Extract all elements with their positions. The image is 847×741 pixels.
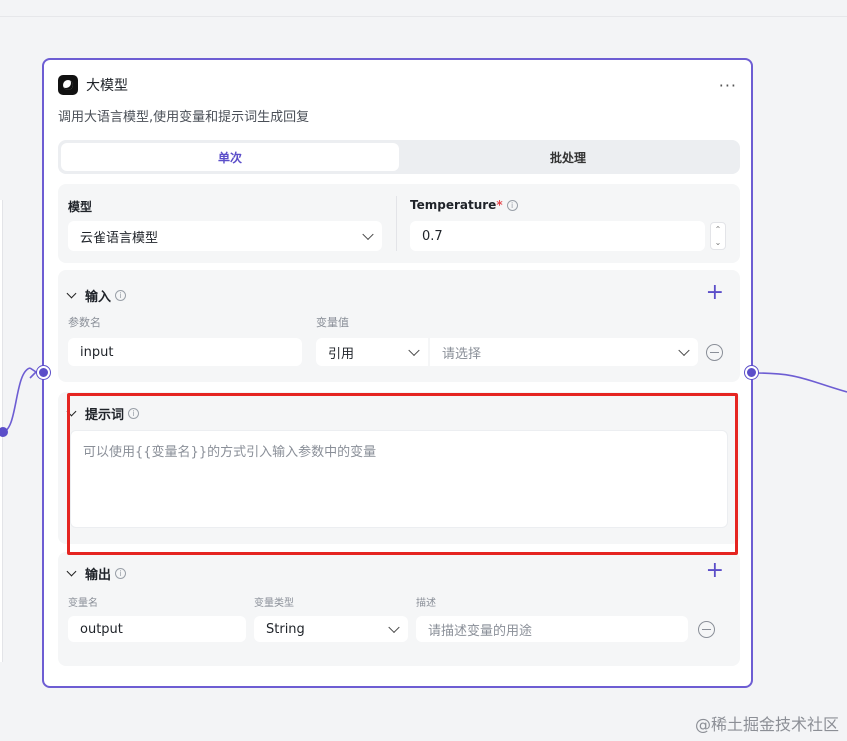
more-options-button[interactable]: ··· — [719, 76, 737, 95]
llm-node-card[interactable]: 大模型 ··· 调用大语言模型,使用变量和提示词生成回复 单次 批处理 模型 云… — [42, 58, 753, 688]
collapse-caret-icon[interactable] — [66, 566, 77, 577]
chevron-down-icon — [678, 344, 690, 357]
output-section-header[interactable]: 输出 i — [66, 564, 127, 583]
output-type-select[interactable]: String — [254, 616, 408, 642]
model-label: 模型 — [68, 200, 93, 214]
temperature-label: Temperature* i — [410, 198, 518, 212]
node-title: 大模型 — [86, 78, 128, 94]
model-logo-icon — [58, 75, 78, 95]
stepper-down-icon[interactable]: ⌄ — [715, 238, 722, 247]
output-section: 输出 i + 变量名 变量类型 描述 output String 请描述变量的用… — [58, 552, 740, 666]
add-output-button[interactable]: + — [706, 560, 724, 582]
info-icon[interactable]: i — [506, 200, 518, 211]
temperature-label-text: Temperature — [410, 198, 497, 212]
model-section: 模型 云雀语言模型 Temperature* i 0.7 ⌃ ⌄ — [58, 184, 740, 263]
remove-output-button[interactable] — [698, 621, 715, 638]
output-desc-placeholder: 请描述变量的用途 — [428, 623, 533, 639]
param-name-header: 参数名 — [68, 316, 101, 329]
input-section-header[interactable]: 输入 i — [66, 286, 127, 305]
tab-single[interactable]: 单次 — [61, 143, 399, 171]
param-name-value: input — [80, 344, 114, 360]
collapse-caret-icon[interactable] — [66, 288, 77, 299]
field-divider — [396, 196, 397, 251]
remove-input-button[interactable] — [706, 344, 723, 361]
chevron-down-icon — [362, 228, 374, 241]
value-source-select[interactable]: 引用 — [316, 338, 428, 366]
output-desc-input[interactable]: 请描述变量的用途 — [416, 616, 688, 642]
node-header: 大模型 ··· — [58, 74, 737, 96]
input-section: 输入 i + 参数名 变量值 input 引用 请选择 — [58, 270, 740, 382]
tab-batch[interactable]: 批处理 — [399, 143, 737, 171]
workflow-canvas[interactable]: 大模型 ··· 调用大语言模型,使用变量和提示词生成回复 单次 批处理 模型 云… — [0, 0, 847, 741]
value-select-placeholder: 请选择 — [442, 346, 482, 362]
output-port-handle[interactable] — [745, 366, 758, 379]
input-port-handle[interactable] — [37, 366, 50, 379]
output-name-input[interactable]: output — [68, 616, 246, 642]
stepper-up-icon[interactable]: ⌃ — [715, 225, 722, 234]
value-select[interactable]: 请选择 — [430, 338, 698, 366]
temperature-value: 0.7 — [422, 228, 443, 244]
temperature-stepper[interactable]: ⌃ ⌄ — [710, 222, 726, 250]
add-input-button[interactable]: + — [706, 282, 724, 304]
info-icon[interactable]: i — [115, 290, 127, 301]
info-icon[interactable]: i — [115, 568, 127, 579]
input-section-title: 输入 — [85, 290, 112, 305]
var-name-header: 变量名 — [68, 598, 98, 609]
output-section-title: 输出 — [85, 568, 112, 583]
chevron-down-icon — [388, 621, 400, 634]
chevron-down-icon — [408, 344, 420, 357]
param-name-input[interactable]: input — [68, 338, 302, 366]
output-type-value: String — [266, 621, 305, 637]
required-mark: * — [496, 198, 503, 212]
var-value-header: 变量值 — [316, 316, 349, 329]
model-select-value: 云雀语言模型 — [80, 230, 159, 246]
value-source-value: 引用 — [328, 346, 355, 362]
top-divider — [0, 16, 847, 17]
desc-header: 描述 — [416, 598, 436, 609]
mode-tabs: 单次 批处理 — [58, 140, 740, 174]
left-node-edge — [0, 200, 3, 662]
watermark-text: @稀土掘金技术社区 — [694, 715, 839, 734]
output-name-value: output — [80, 621, 123, 637]
temperature-input[interactable]: 0.7 — [410, 221, 705, 251]
node-description: 调用大语言模型,使用变量和提示词生成回复 — [58, 110, 310, 125]
model-select[interactable]: 云雀语言模型 — [68, 221, 382, 251]
var-type-header: 变量类型 — [254, 598, 294, 609]
prompt-highlight-annotation — [67, 393, 738, 555]
